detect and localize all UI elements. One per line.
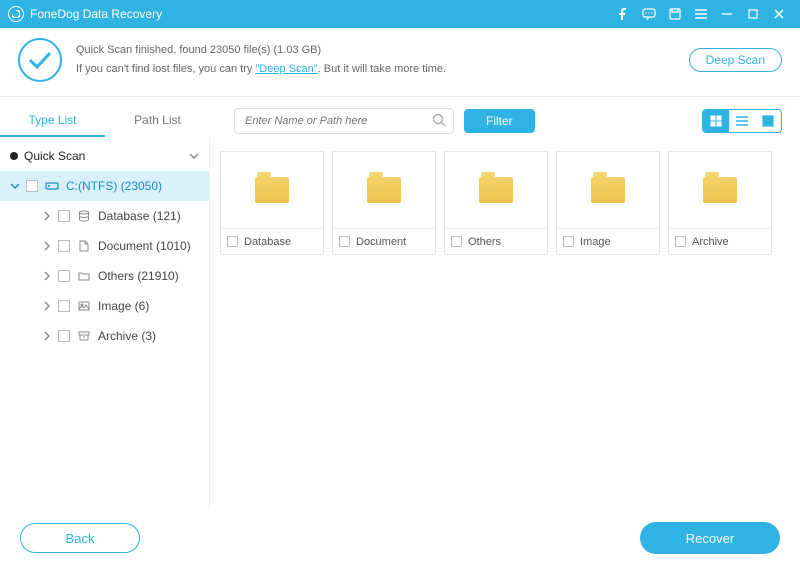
deep-scan-button[interactable]: Deep Scan: [689, 48, 782, 72]
folder-icon: [367, 177, 401, 203]
list-tabs: Type List Path List: [0, 105, 210, 137]
checkbox[interactable]: [58, 210, 70, 222]
recover-button[interactable]: Recover: [640, 522, 780, 554]
folder-icon: [76, 271, 92, 281]
tree-item[interactable]: Others (21910): [0, 261, 209, 291]
view-toggle: [702, 109, 782, 133]
footer: Back Recover: [0, 509, 800, 567]
feedback-icon[interactable]: [636, 0, 662, 28]
tab-type-list[interactable]: Type List: [0, 105, 105, 137]
folder-card[interactable]: Others: [444, 151, 548, 255]
tree-item[interactable]: Archive (3): [0, 321, 209, 351]
minimize-button[interactable]: [714, 0, 740, 28]
database-icon: [76, 210, 92, 222]
search-box: [234, 108, 454, 134]
chevron-right-icon[interactable]: [42, 331, 52, 341]
folder-label: Image: [580, 236, 611, 248]
checkbox[interactable]: [339, 236, 350, 247]
checkbox[interactable]: [451, 236, 462, 247]
tree-root-label: Quick Scan: [24, 149, 183, 163]
tree-item-label: Document (1010): [98, 239, 191, 253]
chevron-right-icon[interactable]: [42, 301, 52, 311]
sidebar-tree: Quick Scan C:(NTFS) (23050) Database (12…: [0, 137, 210, 509]
tree-item-label: Database (121): [98, 209, 181, 223]
checkbox[interactable]: [58, 300, 70, 312]
folder-label: Document: [356, 236, 406, 248]
bullet-icon: [10, 152, 18, 160]
deep-scan-link[interactable]: "Deep Scan": [255, 63, 317, 75]
toolbar: Type List Path List Filter: [0, 97, 800, 137]
back-button[interactable]: Back: [20, 523, 140, 553]
checkbox[interactable]: [58, 330, 70, 342]
facebook-icon[interactable]: [610, 0, 636, 28]
tab-path-list[interactable]: Path List: [105, 105, 210, 137]
app-title: FoneDog Data Recovery: [30, 7, 162, 21]
hint-prefix: If you can't find lost files, you can tr…: [76, 63, 255, 75]
titlebar: FoneDog Data Recovery: [0, 0, 800, 28]
close-button[interactable]: [766, 0, 792, 28]
view-grid-button[interactable]: [703, 110, 729, 132]
folder-card[interactable]: Archive: [668, 151, 772, 255]
folder-label: Archive: [692, 236, 729, 248]
folder-icon: [591, 177, 625, 203]
tree-item[interactable]: Document (1010): [0, 231, 209, 261]
scan-result-line: Quick Scan finished, found 23050 file(s)…: [76, 41, 446, 60]
tree-item[interactable]: Image (6): [0, 291, 209, 321]
tree-item-label: Archive (3): [98, 329, 156, 343]
scan-summary-text: Quick Scan finished, found 23050 file(s)…: [76, 41, 446, 78]
folder-icon: [703, 177, 737, 203]
folder-card[interactable]: Document: [332, 151, 436, 255]
document-icon: [76, 240, 92, 252]
maximize-button[interactable]: [740, 0, 766, 28]
menu-icon[interactable]: [688, 0, 714, 28]
tree-root[interactable]: Quick Scan: [0, 141, 209, 171]
checkbox[interactable]: [26, 180, 38, 192]
folder-icon: [479, 177, 513, 203]
scan-summary: Quick Scan finished, found 23050 file(s)…: [0, 28, 800, 97]
app-logo: FoneDog Data Recovery: [8, 6, 162, 22]
chevron-right-icon[interactable]: [42, 241, 52, 251]
logo-icon: [8, 6, 24, 22]
checkmark-icon: [18, 38, 62, 82]
tree-item[interactable]: Database (121): [0, 201, 209, 231]
tree-item-label: Others (21910): [98, 269, 179, 283]
folder-grid: Database Document Others Image Archive: [210, 137, 800, 509]
checkbox[interactable]: [58, 270, 70, 282]
folder-label: Others: [468, 236, 501, 248]
tree-drive[interactable]: C:(NTFS) (23050): [0, 171, 209, 201]
chevron-down-icon[interactable]: [10, 183, 20, 189]
search-input[interactable]: [234, 108, 454, 134]
image-icon: [76, 301, 92, 311]
chevron-right-icon[interactable]: [42, 211, 52, 221]
folder-icon: [255, 177, 289, 203]
search-icon[interactable]: [432, 113, 446, 130]
checkbox[interactable]: [675, 236, 686, 247]
folder-label: Database: [244, 236, 291, 248]
hint-suffix: . But it will take more time.: [318, 63, 446, 75]
archive-icon: [76, 331, 92, 341]
checkbox[interactable]: [563, 236, 574, 247]
chevron-right-icon[interactable]: [42, 271, 52, 281]
folder-card[interactable]: Database: [220, 151, 324, 255]
disk-icon: [44, 180, 60, 192]
chevron-down-icon[interactable]: [189, 153, 199, 159]
checkbox[interactable]: [58, 240, 70, 252]
content: Quick Scan C:(NTFS) (23050) Database (12…: [0, 137, 800, 509]
tree-item-label: Image (6): [98, 299, 149, 313]
tree-drive-label: C:(NTFS) (23050): [66, 179, 162, 193]
checkbox[interactable]: [227, 236, 238, 247]
save-icon[interactable]: [662, 0, 688, 28]
folder-card[interactable]: Image: [556, 151, 660, 255]
view-detail-button[interactable]: [755, 110, 781, 132]
view-list-button[interactable]: [729, 110, 755, 132]
filter-button[interactable]: Filter: [464, 109, 535, 133]
